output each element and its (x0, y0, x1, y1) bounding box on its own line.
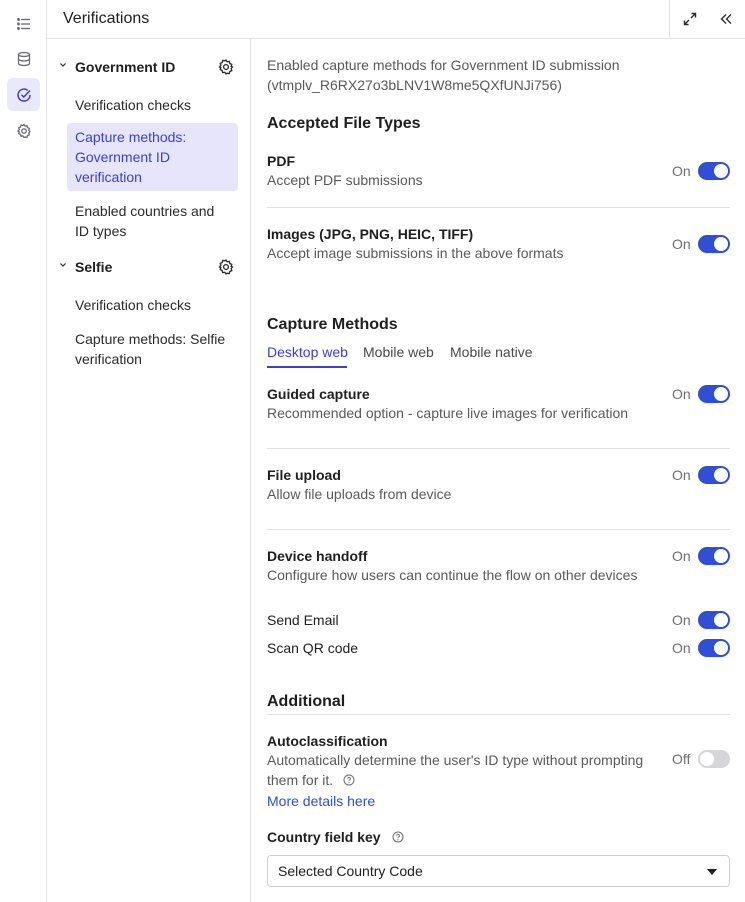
page-title: Verifications (63, 10, 150, 27)
expand-icon[interactable] (682, 11, 698, 27)
gear-icon[interactable] (217, 58, 235, 76)
section-title-capture-methods: Capture Methods (267, 316, 398, 333)
check-circle-icon[interactable] (7, 78, 40, 111)
guided-capture-toggle[interactable] (698, 385, 730, 403)
nav-item-capture-methods-government-id[interactable]: Capture methods: Government ID verificat… (67, 123, 238, 191)
nav-item-verification-checks[interactable]: Verification checks (67, 291, 238, 319)
row-title-device-handoff: Device handoff (267, 548, 368, 564)
subrow-scan-qr-code: Scan QR code (267, 640, 359, 656)
left-rail (0, 0, 47, 902)
divider (267, 714, 730, 715)
top-header: Verifications (47, 0, 745, 39)
toggle-state-label: On (672, 236, 691, 252)
country-field-key-label: Country field key (267, 829, 404, 845)
nav-group-selfie[interactable]: Selfie (47, 255, 251, 281)
nav-item-enabled-countries[interactable]: Enabled countries and ID types (67, 197, 238, 245)
section-title-accepted-file-types: Accepted File Types (267, 115, 421, 132)
autoclass-description: Automatically determine the user's ID ty… (267, 752, 644, 788)
header-divider (669, 0, 670, 39)
row-title-guided-capture: Guided capture (267, 386, 370, 402)
row-title-file-upload: File upload (267, 467, 341, 483)
toggle-state-label: On (672, 386, 691, 402)
file-upload-toggle[interactable] (698, 466, 730, 484)
sidebar-nav: Government ID Verification checks Captur… (47, 39, 251, 902)
country-field-select[interactable]: Selected Country Code (267, 855, 730, 887)
subrow-send-email: Send Email (267, 612, 339, 628)
nav-group-government-id[interactable]: Government ID (47, 55, 251, 81)
device-handoff-toggle[interactable] (698, 547, 730, 565)
gear-icon[interactable] (7, 114, 40, 147)
collapse-icon[interactable] (718, 11, 734, 27)
toggle-state-label: On (672, 163, 691, 179)
toggle-state-label: Off (672, 751, 691, 767)
nav-item-verification-checks[interactable]: Verification checks (67, 91, 238, 119)
tab-mobile-web[interactable]: Mobile web (363, 344, 434, 360)
select-value: Selected Country Code (278, 863, 423, 879)
tab-desktop-web[interactable]: Desktop web (267, 344, 348, 360)
chevron-down-icon (60, 63, 66, 67)
active-tab-underline (267, 366, 347, 368)
row-subtitle-autoclassification: Automatically determine the user's ID ty… (267, 750, 657, 790)
divider (267, 448, 730, 449)
help-icon[interactable] (343, 774, 355, 786)
country-field-key-text: Country field key (267, 829, 381, 845)
row-title-images: Images (JPG, PNG, HEIC, TIFF) (267, 226, 474, 242)
send-email-toggle[interactable] (698, 611, 730, 629)
row-title-pdf: PDF (267, 153, 295, 169)
description: Enabled capture methods for Government I… (267, 57, 620, 93)
images-toggle[interactable] (698, 235, 730, 253)
nav-group-label: Selfie (75, 259, 113, 275)
more-details-link[interactable]: More details here (267, 793, 375, 809)
caret-down-icon (707, 869, 717, 875)
main-content: Enabled capture methods for Government I… (251, 39, 745, 902)
list-icon[interactable] (7, 7, 40, 40)
database-icon[interactable] (7, 42, 40, 75)
tab-mobile-native[interactable]: Mobile native (450, 344, 533, 360)
scan-qr-toggle[interactable] (698, 639, 730, 657)
toggle-state-label: On (672, 640, 691, 656)
row-subtitle-guided-capture: Recommended option - capture live images… (267, 405, 629, 421)
nav-group-label: Government ID (75, 59, 176, 75)
toggle-state-label: On (672, 548, 691, 564)
help-icon[interactable] (392, 831, 404, 843)
autoclassification-toggle[interactable] (698, 750, 730, 768)
section-title-additional: Additional (267, 693, 346, 710)
toggle-state-label: On (672, 467, 691, 483)
row-subtitle-device-handoff: Configure how users can continue the flo… (267, 567, 638, 583)
divider (267, 529, 730, 530)
divider (267, 207, 730, 208)
row-subtitle-images: Accept image submissions in the above fo… (267, 245, 564, 261)
gear-icon[interactable] (217, 258, 235, 276)
row-title-autoclassification: Autoclassification (267, 733, 388, 749)
chevron-down-icon (60, 263, 66, 267)
nav-item-capture-methods-selfie[interactable]: Capture methods: Selfie verification (67, 325, 238, 373)
row-subtitle-file-upload: Allow file uploads from device (267, 486, 452, 502)
row-subtitle-pdf: Accept PDF submissions (267, 172, 423, 188)
pdf-toggle[interactable] (698, 162, 730, 180)
toggle-state-label: On (672, 612, 691, 628)
